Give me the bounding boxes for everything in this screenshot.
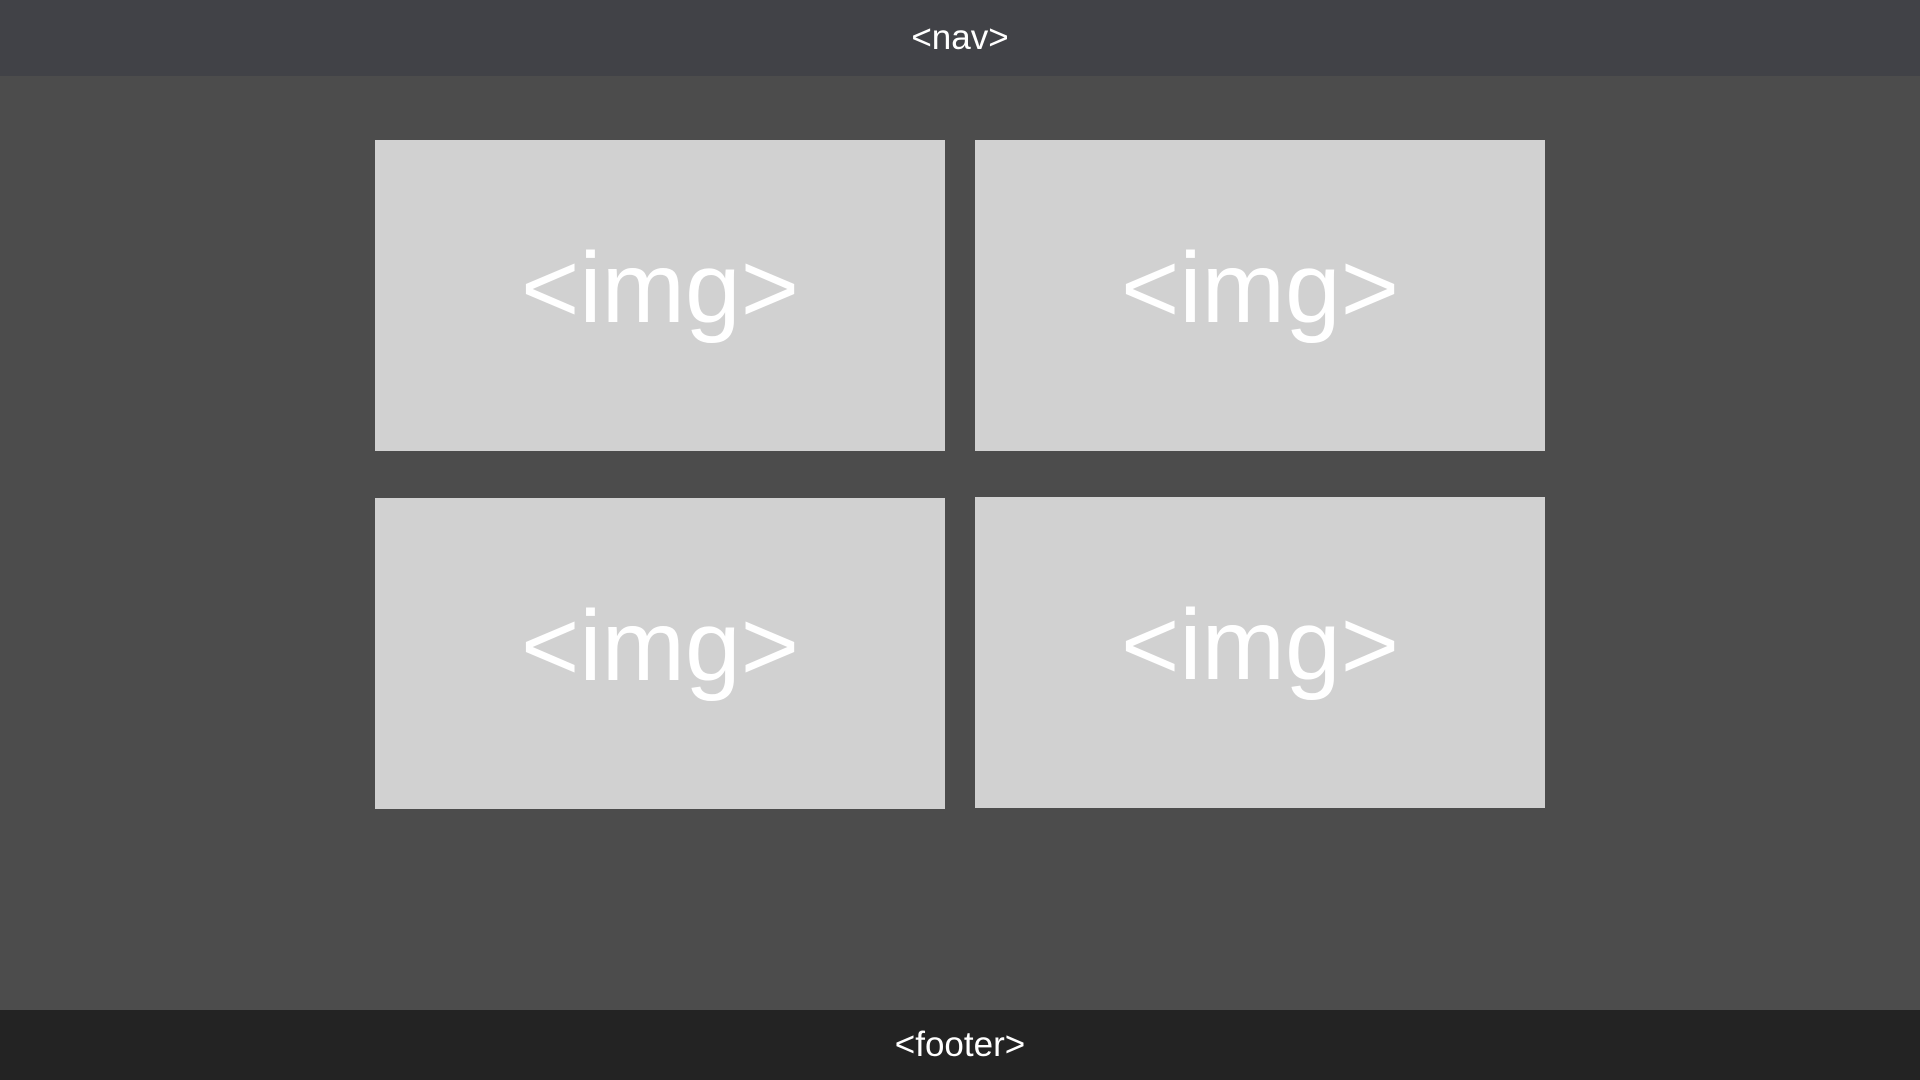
image-placeholder-label: <img> — [1121, 232, 1399, 344]
image-placeholder: <img> — [375, 498, 945, 809]
footer-bar: <footer> — [0, 1010, 1920, 1080]
footer-label: <footer> — [894, 1025, 1026, 1064]
wireframe-page: <nav> <img> <img> <img> <img> <footer> — [0, 0, 1920, 1080]
image-placeholder: <img> — [375, 140, 945, 451]
image-placeholder: <img> — [975, 497, 1545, 808]
nav-bar: <nav> — [0, 0, 1920, 76]
image-placeholder-label: <img> — [521, 590, 799, 702]
image-placeholder-label: <img> — [1121, 589, 1399, 701]
nav-label: <nav> — [911, 18, 1009, 57]
image-placeholder-label: <img> — [521, 232, 799, 344]
image-placeholder: <img> — [975, 140, 1545, 451]
